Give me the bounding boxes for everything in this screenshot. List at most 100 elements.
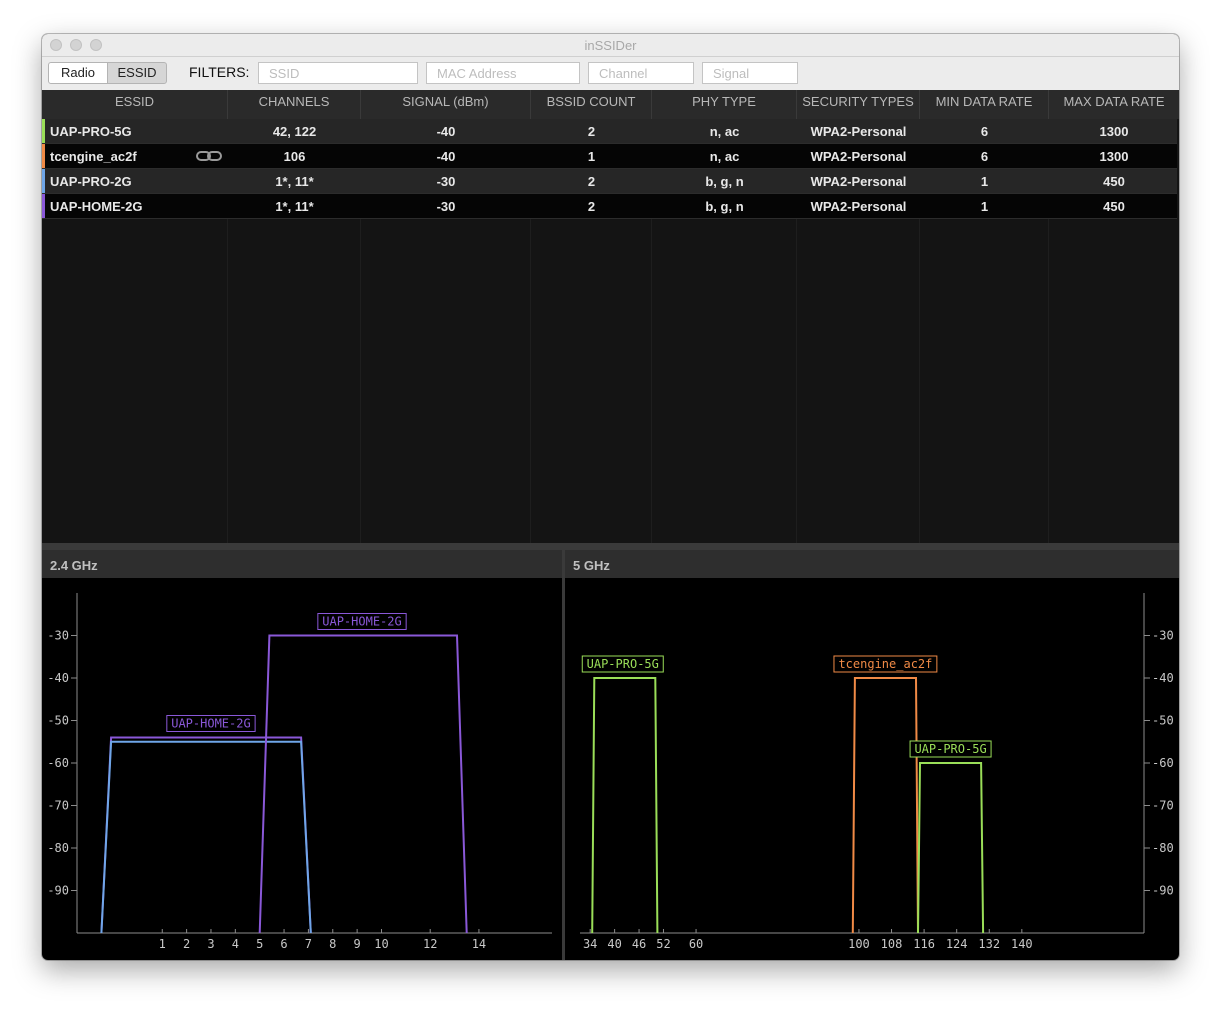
- cell-security: WPA2-Personal: [810, 149, 907, 164]
- series-uap-pro-5g-trace[interactable]: [917, 762, 985, 934]
- panel-title-24ghz: 2.4 GHz: [42, 550, 562, 578]
- table-row[interactable]: tcengine_ac2f 106 -40 1 n, ac WPA2-Personal 6 1…: [42, 144, 1177, 169]
- series-label: UAP-HOME-2G: [322, 615, 401, 629]
- column-bssid-count[interactable]: BSSID COUNT: [531, 90, 652, 119]
- cell-essid: UAP-HOME-2G: [50, 199, 143, 214]
- channel-filter-input[interactable]: [588, 62, 694, 84]
- x-tick-label: 4: [232, 937, 239, 951]
- column-essid[interactable]: ESSID: [42, 90, 228, 119]
- x-tick-label: 132: [978, 937, 1000, 951]
- cell-signal: -30: [436, 174, 456, 189]
- series-uap-pro-2g-trace[interactable]: [100, 740, 312, 934]
- cell-max-rate: 1300: [1099, 149, 1129, 164]
- series-uap-home-2g-trace[interactable]: [100, 736, 312, 934]
- mac-filter-input[interactable]: [426, 62, 580, 84]
- y-tick-label: -90: [1152, 884, 1174, 898]
- x-tick-label: 100: [848, 937, 870, 951]
- x-tick-label: 8: [329, 937, 336, 951]
- cell-min-rate: 1: [980, 174, 989, 189]
- y-tick-label: -70: [1152, 799, 1174, 813]
- x-tick-label: 14: [472, 937, 486, 951]
- series-uap-home-2g-trace[interactable]: [258, 634, 468, 934]
- cell-bssid-count: 2: [587, 124, 596, 139]
- cell-min-rate: 6: [980, 124, 989, 139]
- cell-security: WPA2-Personal: [810, 124, 907, 139]
- cell-essid: UAP-PRO-2G: [50, 174, 132, 189]
- y-tick-label: -90: [47, 884, 69, 898]
- cell-signal: -30: [436, 199, 456, 214]
- series-label: UAP-PRO-5G: [914, 742, 986, 756]
- cell-bssid-count: 1: [587, 149, 596, 164]
- x-tick-label: 60: [689, 937, 703, 951]
- column-security-types[interactable]: SECURITY TYPES: [797, 90, 920, 119]
- x-tick-label: 116: [913, 937, 935, 951]
- series-uap-pro-5g-trace[interactable]: [591, 677, 659, 934]
- essid-view-button[interactable]: ESSID: [107, 62, 167, 84]
- cell-essid: UAP-PRO-5G: [50, 124, 132, 139]
- y-tick-label: -30: [47, 629, 69, 643]
- cell-max-rate: 450: [1103, 199, 1125, 214]
- x-tick-label: 6: [280, 937, 287, 951]
- table-row[interactable]: UAP-HOME-2G 1*, 11* -30 2 b, g, n WPA2-Person…: [42, 194, 1177, 219]
- cell-channels: 42, 122: [272, 124, 317, 139]
- x-tick-label: 3: [207, 937, 214, 951]
- cell-bssid-count: 2: [587, 174, 596, 189]
- y-tick-label: -50: [1152, 714, 1174, 728]
- cell-max-rate: 1300: [1099, 124, 1129, 139]
- column-signal[interactable]: SIGNAL (dBm): [361, 90, 531, 119]
- network-table: ESSID CHANNELS SIGNAL (dBm) BSSID COUNT …: [42, 90, 1179, 543]
- x-tick-label: 46: [632, 937, 646, 951]
- column-phy-type[interactable]: PHY TYPE: [652, 90, 797, 119]
- x-tick-label: 34: [583, 937, 597, 951]
- chart-24ghz: -30-40-50-60-70-80-901 2 3 4 5 6 7 8 9 10 12 14UAP-…: [47, 593, 552, 951]
- x-tick-label: 9: [354, 937, 361, 951]
- pane-divider[interactable]: [42, 543, 1179, 550]
- column-min-data-rate[interactable]: MIN DATA RATE: [920, 90, 1049, 119]
- cell-channels: 1*, 11*: [275, 199, 314, 214]
- x-tick-label: 1: [159, 937, 166, 951]
- y-tick-label: -40: [47, 671, 69, 685]
- cell-max-rate: 450: [1103, 174, 1125, 189]
- y-tick-label: -30: [1152, 629, 1174, 643]
- x-tick-label: 5: [256, 937, 263, 951]
- radio-view-button[interactable]: Radio: [48, 62, 108, 84]
- column-channels[interactable]: CHANNELS: [228, 90, 361, 119]
- y-tick-label: -80: [1152, 841, 1174, 855]
- y-tick-label: -60: [1152, 756, 1174, 770]
- cell-channels: 1*, 11*: [275, 174, 314, 189]
- window-title: inSSIDer: [584, 38, 637, 53]
- column-max-data-rate[interactable]: MAX DATA RATE: [1049, 90, 1179, 119]
- table-row[interactable]: UAP-PRO-5G 42, 122 -40 2 n, ac WPA2-Personal 6…: [42, 119, 1177, 144]
- toolbar: Radio ESSID FILTERS:: [42, 57, 1179, 91]
- series-label: UAP-PRO-5G: [587, 657, 659, 671]
- x-tick-label: 7: [305, 937, 312, 951]
- series-tcengine-ac2f-trace[interactable]: [851, 677, 919, 934]
- y-tick-label: -40: [1152, 671, 1174, 685]
- cell-phy: n, ac: [709, 124, 740, 139]
- x-tick-label: 12: [423, 937, 437, 951]
- cell-min-rate: 6: [980, 149, 989, 164]
- x-tick-label: 52: [656, 937, 670, 951]
- x-tick-label: 140: [1011, 937, 1033, 951]
- signal-filter-input[interactable]: [702, 62, 798, 84]
- cell-bssid-count: 2: [587, 199, 596, 214]
- y-tick-label: -80: [47, 841, 69, 855]
- link-icon: [196, 149, 222, 163]
- chart-5ghz: -30 -40 -50 -60 -70 -80 -90 34 40 46 52 60 100 108 116…: [580, 593, 1174, 951]
- y-tick-label: -50: [47, 714, 69, 728]
- y-tick-label: -60: [47, 756, 69, 770]
- table-row[interactable]: UAP-PRO-2G 1*, 11* -30 2 b, g, n WPA2-Persona…: [42, 169, 1177, 194]
- cell-phy: b, g, n: [705, 174, 744, 189]
- filters-label: FILTERS:: [189, 64, 250, 80]
- x-tick-label: 108: [881, 937, 903, 951]
- cell-signal: -40: [436, 149, 456, 164]
- title-bar: inSSIDer: [42, 34, 1179, 57]
- ssid-filter-input[interactable]: [258, 62, 418, 84]
- x-tick-label: 124: [946, 937, 968, 951]
- app-window: inSSIDer Radio ESSID FILTERS: ESSID CHAN…: [42, 34, 1179, 960]
- x-tick-label: 10: [374, 937, 388, 951]
- cell-channels: 106: [283, 149, 306, 164]
- cell-security: WPA2-Personal: [810, 174, 907, 189]
- x-tick-label: 40: [607, 937, 621, 951]
- x-tick-label: 2: [183, 937, 190, 951]
